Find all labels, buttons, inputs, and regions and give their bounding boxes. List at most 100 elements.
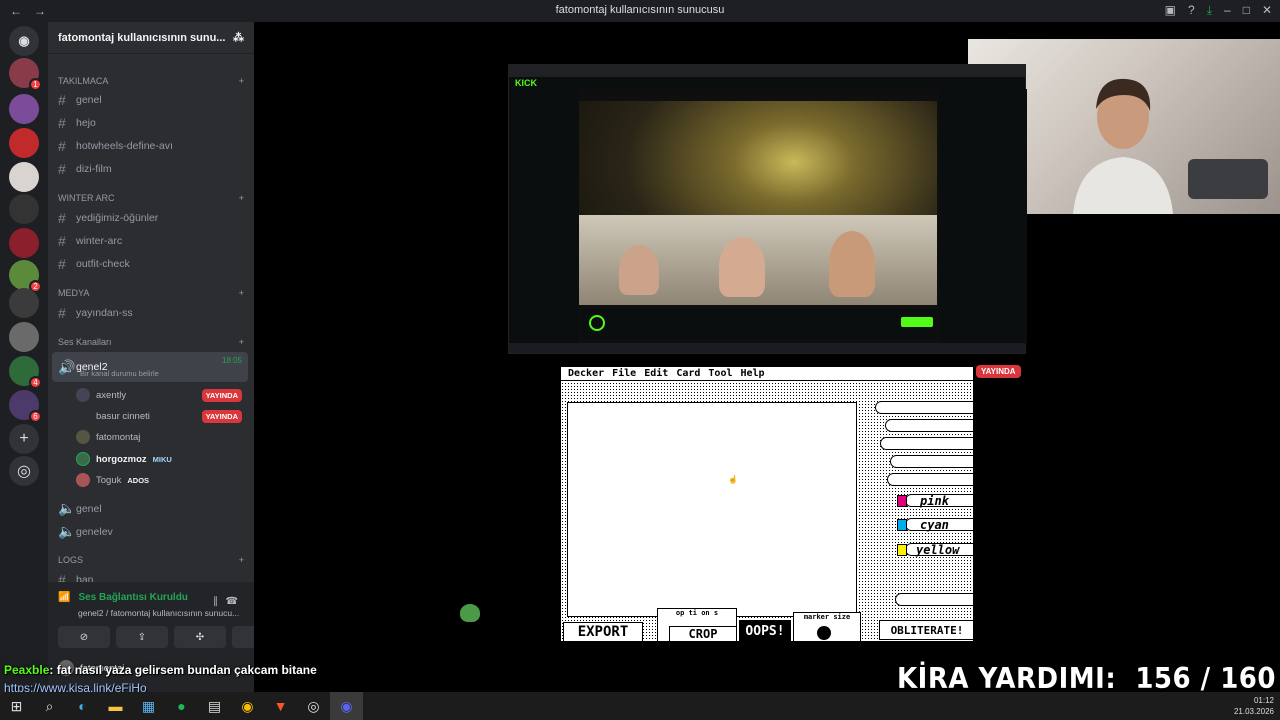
channel-status-hint[interactable]: Bir kanal durumu belirle — [80, 369, 159, 378]
close-icon[interactable]: ✕ — [1262, 3, 1272, 18]
category-takilmaca[interactable]: TAKILMACA + — [58, 76, 244, 86]
unread-badge: 1 — [29, 78, 42, 91]
voice-user[interactable]: Toguk ADOS — [76, 473, 242, 487]
avatar — [76, 473, 90, 487]
add-channel-icon[interactable]: + — [239, 193, 244, 203]
speaker-icon: 🔈 — [58, 500, 76, 516]
color-pink[interactable]: pink — [905, 494, 973, 508]
brush-tool[interactable] — [887, 473, 973, 486]
soundboard-button[interactable]: ✦ — [232, 626, 254, 648]
hash-icon: # — [58, 256, 66, 272]
screen-share-button[interactable]: ⇪ — [116, 626, 168, 648]
color-cyan[interactable]: cyan — [905, 518, 973, 532]
channel-genel[interactable]: # genel — [58, 92, 102, 108]
server-icon[interactable] — [9, 322, 39, 352]
person — [719, 237, 765, 297]
menu-tool[interactable]: Tool — [708, 368, 732, 379]
edge-icon[interactable]: ◐ — [66, 692, 99, 720]
minimize-icon[interactable]: – — [1224, 3, 1231, 18]
menu-edit[interactable]: Edit — [644, 368, 668, 379]
file-explorer-icon[interactable]: ▬ — [99, 692, 132, 720]
add-server-icon[interactable]: + — [9, 424, 39, 454]
server-icon[interactable] — [9, 194, 39, 224]
add-channel-icon[interactable]: + — [239, 76, 244, 86]
inbox-icon[interactable]: ▣ — [1165, 3, 1176, 18]
voice-user[interactable]: fatomontaj — [76, 430, 242, 444]
category-medya[interactable]: MEDYA + — [58, 288, 244, 298]
voice-channel-genel2[interactable]: 🔊 genel2 18:05 Bir kanal durumu belirle — [52, 352, 248, 382]
voice-user[interactable]: basur cinneti YAYINDA — [76, 409, 242, 423]
calculator-icon[interactable]: ▤ — [198, 692, 231, 720]
server-icon[interactable]: 4 — [9, 356, 42, 389]
camera-off-button[interactable]: ⊘ — [58, 626, 110, 648]
category-winter-arc[interactable]: WINTER ARC + — [58, 193, 244, 203]
voice-channel-genelev[interactable]: 🔈 genelev — [58, 523, 113, 540]
pen-tool[interactable] — [875, 401, 973, 414]
pen-tool[interactable] — [880, 437, 973, 450]
oops-button[interactable]: OOPS! — [739, 620, 791, 641]
category-ses-kanallari[interactable]: Ses Kanalları + — [58, 337, 244, 347]
maximize-icon[interactable]: □ — [1243, 3, 1250, 18]
menu-card[interactable]: Card — [676, 368, 700, 379]
server-icon[interactable] — [9, 288, 39, 318]
chrome-icon[interactable]: ◉ — [231, 692, 264, 720]
hash-icon: # — [58, 210, 66, 226]
spotify-icon[interactable]: ● — [165, 692, 198, 720]
yellow-swatch — [897, 544, 907, 556]
obliterate-button[interactable]: OBLITERATE! — [879, 620, 973, 640]
help-icon[interactable]: ? — [1188, 3, 1195, 18]
server-icon[interactable] — [9, 94, 39, 124]
drawing-canvas[interactable]: ☝ — [567, 402, 857, 617]
noise-suppression-icon[interactable]: ∥ — [213, 596, 218, 607]
voice-user[interactable]: horgozmoz MIKU — [76, 452, 242, 466]
server-icon[interactable]: 1 — [9, 58, 42, 91]
activities-button[interactable]: ✣ — [174, 626, 226, 648]
signal-icon: 📶 — [58, 592, 71, 603]
invite-icon[interactable]: ⁂ — [233, 31, 244, 44]
channel-dizi-film[interactable]: # dizi-film — [58, 161, 112, 177]
search-icon[interactable]: ⌕ — [33, 692, 66, 720]
channel-avatar — [589, 315, 605, 331]
user-tag: MIKU — [152, 454, 172, 464]
obs-icon[interactable]: ◎ — [297, 692, 330, 720]
add-channel-icon[interactable]: + — [239, 288, 244, 298]
server-icon[interactable]: 2 — [9, 260, 42, 293]
menu-file[interactable]: File — [612, 368, 636, 379]
channel-winter-arc[interactable]: # winter-arc — [58, 233, 122, 249]
explore-icon[interactable]: ◎ — [9, 456, 39, 486]
pink-swatch — [897, 495, 907, 507]
voice-channel-genel[interactable]: 🔈 genel — [58, 500, 102, 517]
speaker-icon: 🔊 — [58, 358, 76, 375]
brave-icon[interactable]: ▼ — [264, 692, 297, 720]
channel-yedigimiz-ogunler[interactable]: # yediğimiz-öğünler — [58, 210, 158, 226]
stream-video — [579, 101, 937, 305]
system-clock[interactable]: 01:12 21.03.2026 — [1234, 695, 1274, 717]
channel-outfit-check[interactable]: # outfit-check — [58, 256, 130, 272]
server-icon[interactable] — [9, 162, 39, 192]
download-icon[interactable]: ⤓ — [1207, 3, 1212, 18]
server-icon[interactable] — [9, 228, 39, 258]
color-yellow[interactable]: yellow — [905, 543, 973, 557]
pen-tool[interactable] — [890, 455, 973, 468]
eraser-tool[interactable] — [895, 593, 973, 606]
server-header[interactable]: fatomontaj kullanıcısının sunu... ⁂ — [48, 22, 254, 54]
channel-hejo[interactable]: # hejo — [58, 115, 96, 131]
menu-decker[interactable]: Decker — [568, 368, 604, 379]
crop-button[interactable]: CROP — [669, 626, 737, 641]
category-logs[interactable]: LOGS + — [58, 555, 244, 565]
start-icon[interactable]: ⊞ — [0, 692, 33, 720]
voice-user[interactable]: axently YAYINDA — [76, 388, 242, 402]
menu-help[interactable]: Help — [741, 368, 765, 379]
discord-taskbar-icon[interactable]: ◉ — [330, 692, 363, 720]
server-icon[interactable]: 6 — [9, 390, 42, 423]
add-channel-icon[interactable]: + — [239, 555, 244, 565]
channel-yayindan-ss[interactable]: # yayından-ss — [58, 305, 133, 321]
disconnect-icon[interactable]: ☎ — [226, 596, 238, 607]
channel-hotwheels[interactable]: # hotwheels-define-avı — [58, 138, 173, 154]
discord-home-icon[interactable]: ◉ — [9, 26, 39, 56]
pen-tool[interactable] — [885, 419, 973, 432]
add-channel-icon[interactable]: + — [239, 337, 244, 347]
export-button[interactable]: EXPORT — [563, 622, 643, 641]
server-icon[interactable] — [9, 128, 39, 158]
store-icon[interactable]: ▦ — [132, 692, 165, 720]
